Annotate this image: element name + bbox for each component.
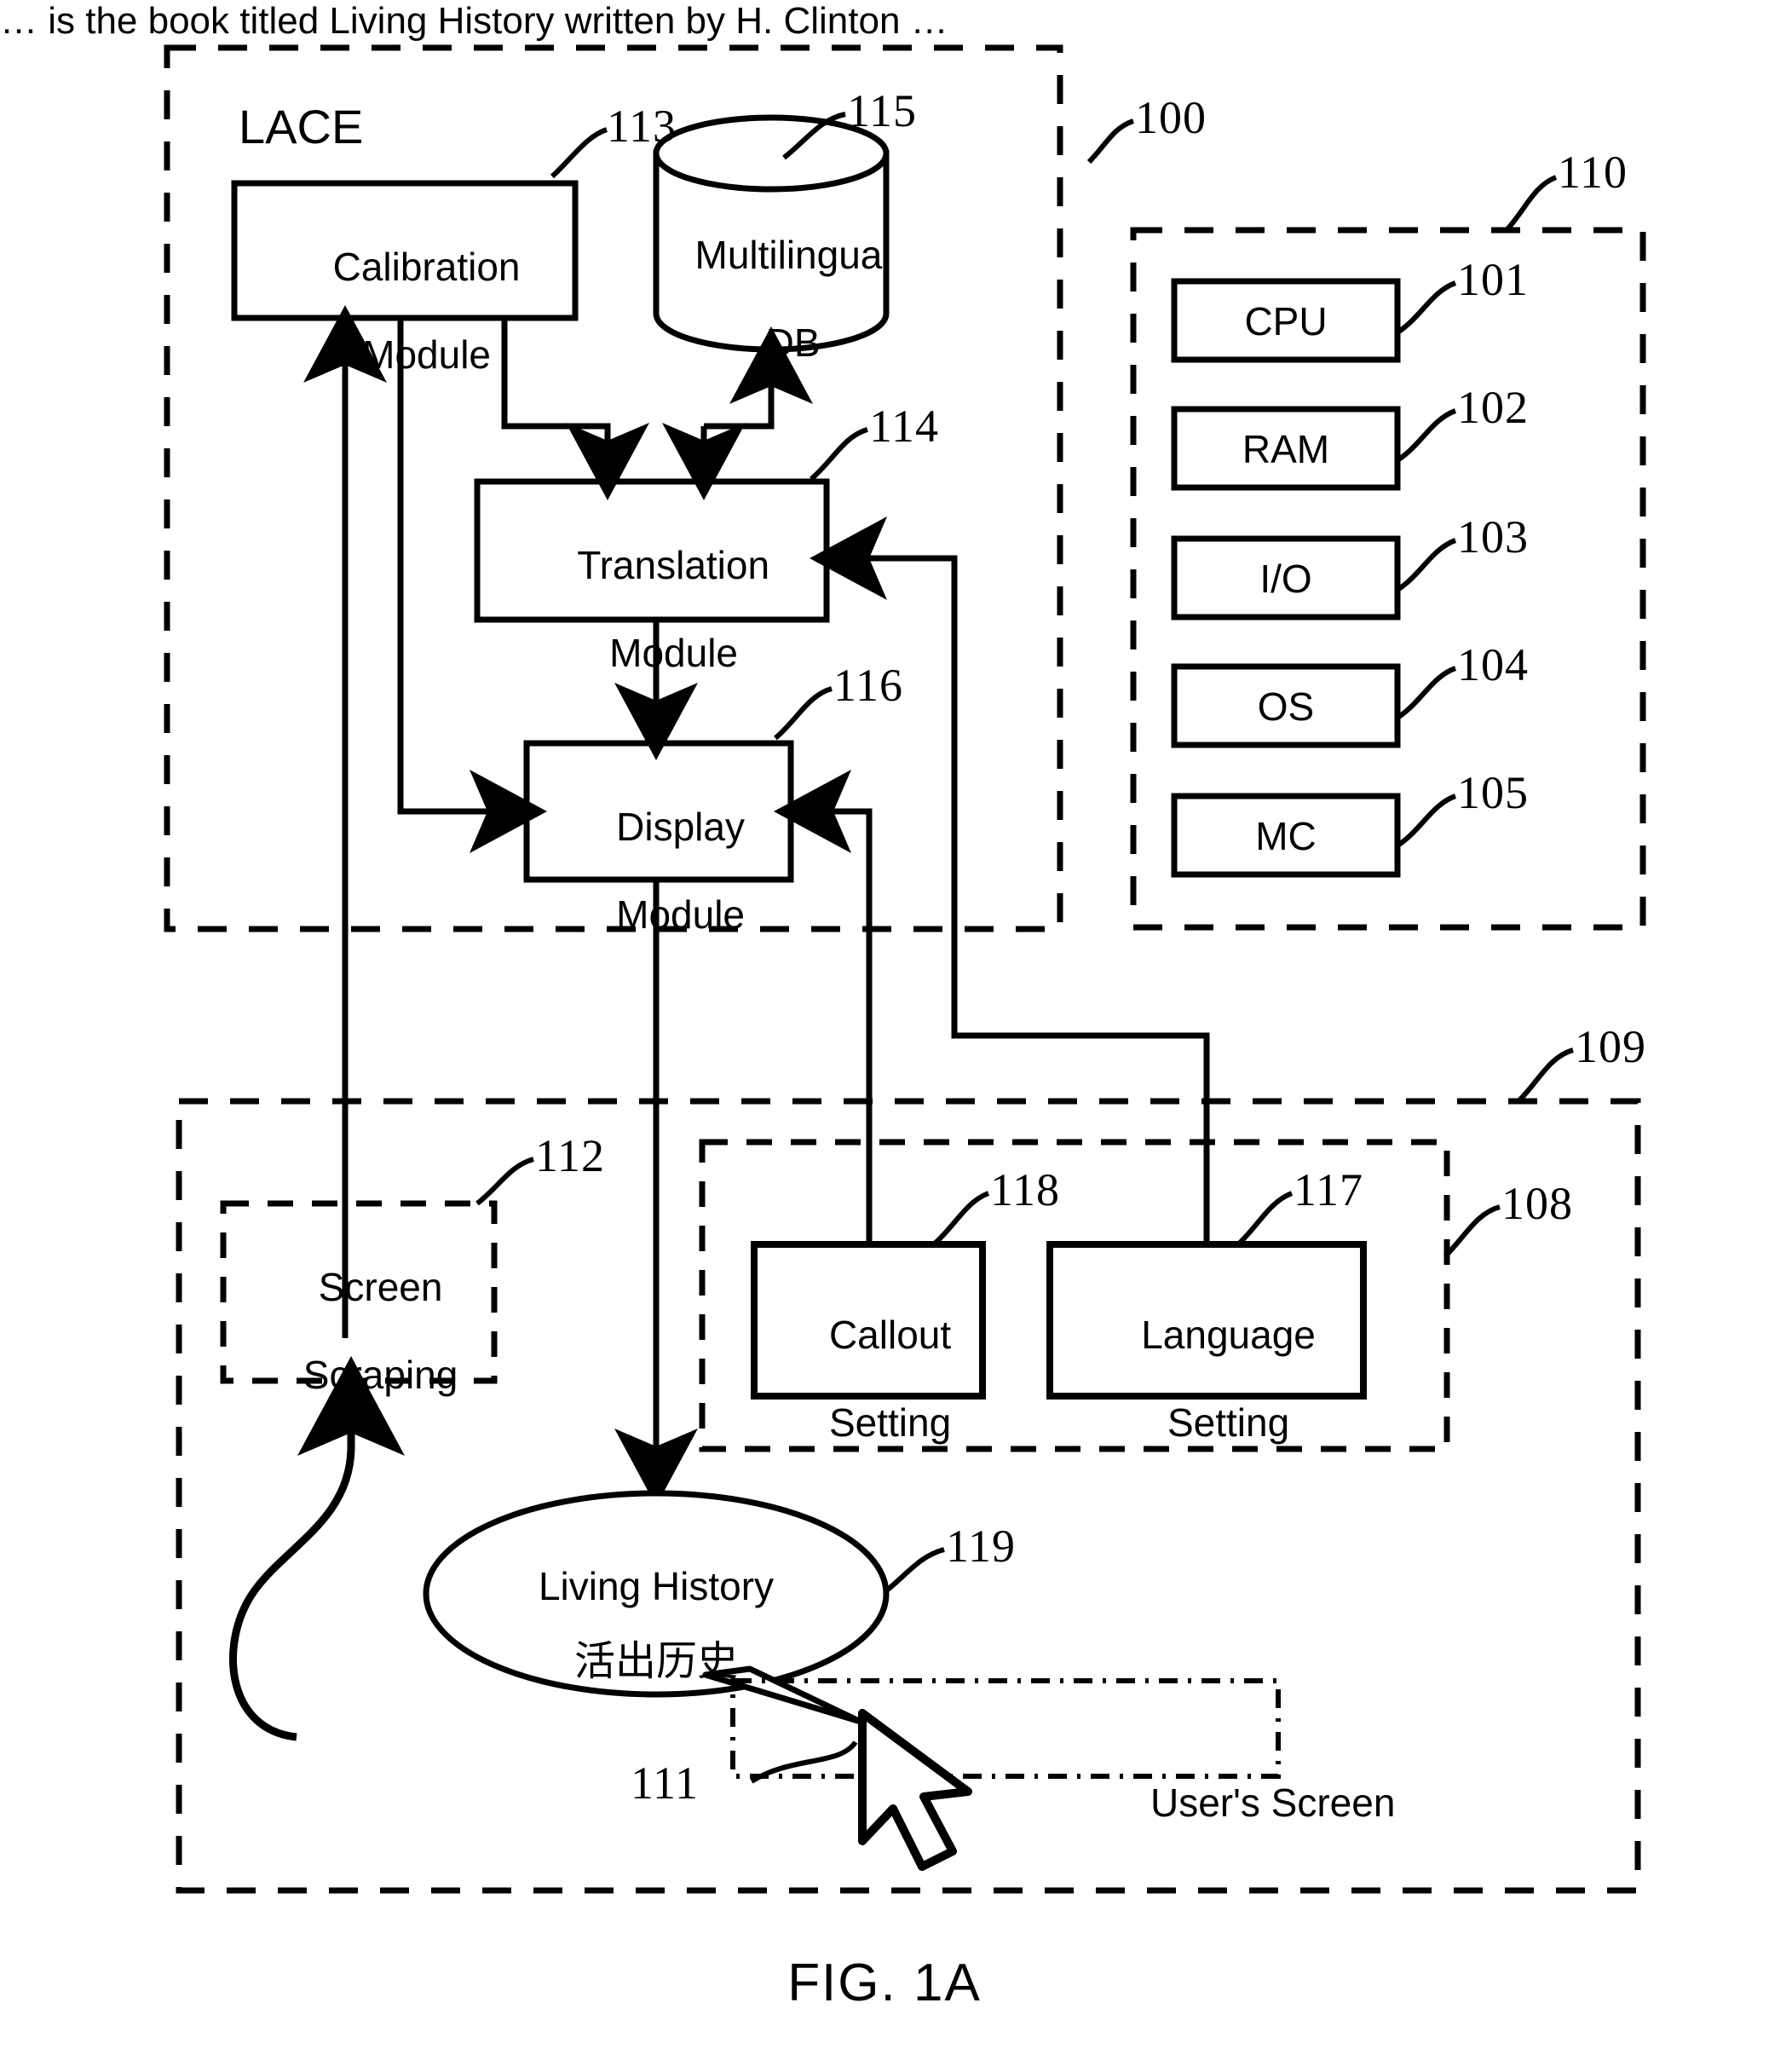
leader-104 bbox=[1396, 666, 1457, 720]
connector-screen-text-to-scraping bbox=[229, 1356, 405, 1741]
leader-110 bbox=[1504, 175, 1558, 233]
ref-105: 105 bbox=[1457, 767, 1529, 818]
ref-117: 117 bbox=[1294, 1164, 1363, 1215]
ref-109: 109 bbox=[1575, 1021, 1646, 1072]
ref-104: 104 bbox=[1457, 639, 1529, 690]
io-label: I/O bbox=[1259, 557, 1312, 601]
language-setting-label-line2: Setting bbox=[1167, 1400, 1290, 1445]
ref-115: 115 bbox=[847, 85, 917, 136]
mouse-cursor-icon bbox=[858, 1709, 972, 1871]
connector-callout-setting-to-display bbox=[774, 770, 873, 1244]
callout-setting-label: Callout Setting bbox=[754, 1269, 982, 1489]
leader-108 bbox=[1443, 1204, 1501, 1259]
ref-113: 113 bbox=[607, 101, 677, 152]
display-module-label: Display Module bbox=[527, 761, 791, 981]
os-label: OS bbox=[1257, 684, 1315, 729]
language-setting-label-line1: Language bbox=[1141, 1312, 1316, 1357]
leader-101 bbox=[1396, 280, 1457, 335]
leader-109 bbox=[1516, 1048, 1574, 1104]
callout-balloon-line2: 活出历史 bbox=[573, 1637, 738, 1686]
lace-title: LACE bbox=[239, 100, 364, 153]
calibration-module-label-line2: Module bbox=[362, 332, 491, 377]
display-module-label-line1: Display bbox=[616, 804, 745, 849]
leader-113 bbox=[550, 127, 608, 179]
ref-119: 119 bbox=[946, 1521, 1016, 1572]
screen-scraping-label: Screen Scraping bbox=[223, 1221, 494, 1441]
leader-100 bbox=[1086, 118, 1135, 164]
ref-111: 111 bbox=[631, 1757, 699, 1809]
callout-setting-label-line2: Setting bbox=[828, 1400, 952, 1445]
multilingual-db-label-line1: Multilingual bbox=[694, 232, 891, 277]
ram-label: RAM bbox=[1242, 427, 1330, 471]
leader-119 bbox=[883, 1547, 945, 1595]
ref-112: 112 bbox=[535, 1130, 605, 1181]
screen-scraping-label-line2: Scraping bbox=[303, 1352, 458, 1397]
leader-102 bbox=[1396, 408, 1457, 463]
callout-setting-label-line1: Callout bbox=[828, 1312, 952, 1357]
multilingual-db-label: Multilingual DB bbox=[648, 189, 895, 409]
figure-caption: FIG. 1A bbox=[787, 1954, 982, 2012]
screen-scraping-label-line1: Screen bbox=[318, 1264, 443, 1309]
patent-figure-page: LACE Calibration Module Multilingual DB … bbox=[0, 0, 1769, 2072]
leader-105 bbox=[1396, 794, 1457, 848]
calibration-module-label-line1: Calibration bbox=[332, 244, 521, 289]
callout-balloon-line1: Living History bbox=[538, 1563, 775, 1608]
display-module-label-line2: Module bbox=[616, 892, 745, 937]
leader-114 bbox=[810, 427, 868, 482]
mc-label: MC bbox=[1255, 814, 1317, 858]
user-screen-label: User's Screen bbox=[1150, 1781, 1396, 1825]
ref-101: 101 bbox=[1457, 254, 1529, 305]
ref-118: 118 bbox=[990, 1164, 1060, 1215]
leader-117 bbox=[1237, 1191, 1294, 1245]
ref-108: 108 bbox=[1501, 1178, 1573, 1229]
leader-118 bbox=[933, 1191, 990, 1245]
translation-module-label-line2: Module bbox=[609, 630, 738, 675]
ref-114: 114 bbox=[869, 401, 939, 452]
leader-103 bbox=[1396, 538, 1457, 592]
translation-module-label: Translation Module bbox=[477, 499, 827, 719]
cpu-label: CPU bbox=[1244, 299, 1328, 343]
calibration-module-label: Calibration Module bbox=[234, 201, 575, 421]
ref-103: 103 bbox=[1457, 511, 1529, 563]
translation-module-label-line1: Translation bbox=[577, 542, 770, 587]
ref-102: 102 bbox=[1457, 382, 1529, 433]
multilingual-db-label-line2: DB bbox=[765, 320, 821, 365]
ref-116: 116 bbox=[833, 660, 903, 711]
ref-100: 100 bbox=[1135, 92, 1207, 143]
callout-balloon-text: Living History 活出历史 bbox=[443, 1534, 869, 1716]
ref-110: 110 bbox=[1558, 147, 1628, 198]
language-setting-label: Language Setting bbox=[1050, 1269, 1363, 1489]
leader-112 bbox=[475, 1157, 534, 1206]
